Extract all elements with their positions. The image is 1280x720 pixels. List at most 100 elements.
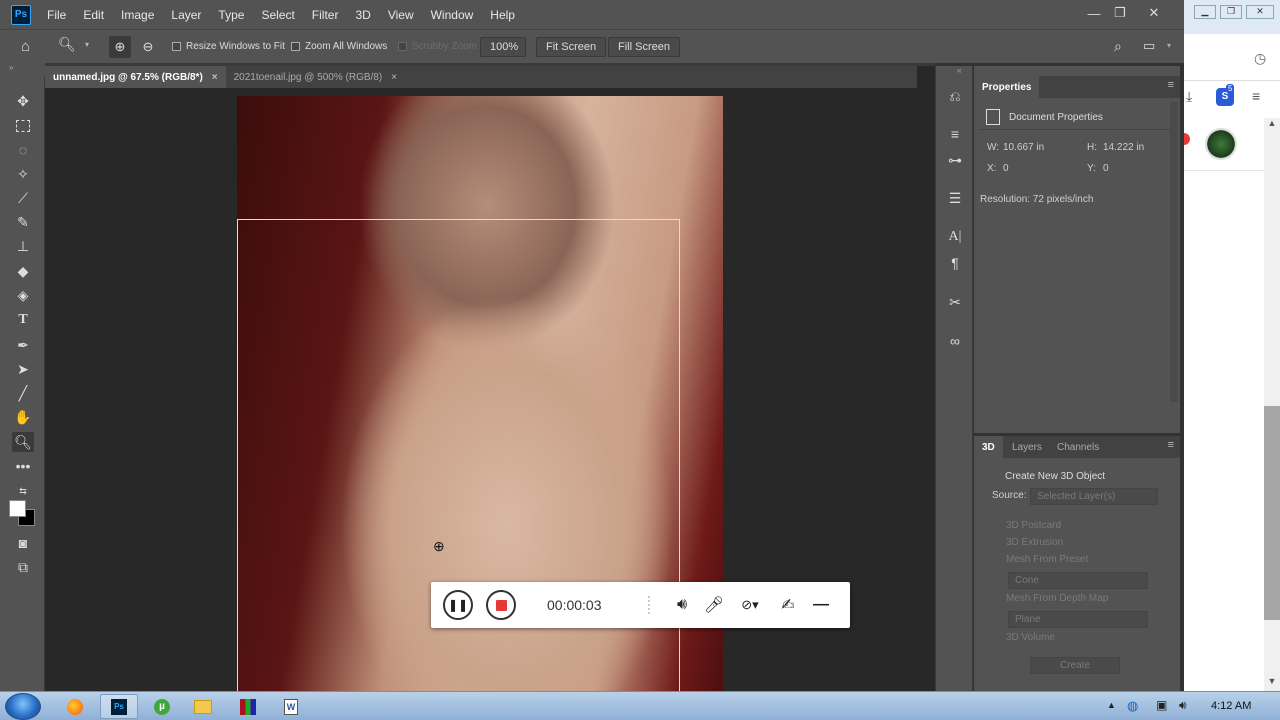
height-value[interactable]: 14.222 in: [1103, 142, 1144, 153]
quick-mask-icon[interactable]: ◙: [12, 533, 34, 553]
close-icon[interactable]: ✕: [1246, 5, 1274, 19]
option-mesh-from-preset[interactable]: Mesh From Preset: [1006, 554, 1088, 565]
zoom-tool-icon[interactable]: 🔍︎: [12, 432, 34, 452]
menu-filter[interactable]: Filter: [312, 8, 339, 22]
magic-wand-tool-icon[interactable]: ✧: [12, 164, 34, 184]
type-tool-icon[interactable]: T: [12, 310, 34, 330]
menu-window[interactable]: Window: [431, 8, 474, 22]
drag-handle[interactable]: [648, 596, 652, 614]
eraser-tool-icon[interactable]: ◆: [12, 261, 34, 281]
tab-properties[interactable]: Properties: [974, 76, 1040, 98]
brush-tool-icon[interactable]: ✎: [12, 212, 34, 232]
menu-image[interactable]: Image: [121, 8, 154, 22]
firefox-taskbar-icon[interactable]: [56, 694, 94, 719]
winrar-taskbar-icon[interactable]: [229, 694, 267, 719]
stamp-tool-icon[interactable]: ⊥: [12, 236, 34, 256]
avatar[interactable]: [1205, 128, 1237, 160]
tab-2021toenail[interactable]: 2021toenail.jpg @ 500% (RGB/8) ×: [226, 66, 405, 88]
photoshop-taskbar-icon[interactable]: Ps: [100, 694, 138, 719]
brush-settings-icon[interactable]: ≡: [943, 123, 967, 145]
tab-3d[interactable]: 3D: [974, 436, 1003, 458]
start-button[interactable]: [5, 693, 41, 720]
menu-3d[interactable]: 3D: [355, 8, 370, 22]
properties-scrollbar[interactable]: [1170, 102, 1178, 402]
speaker-icon[interactable]: 🔊︎: [667, 590, 697, 620]
restore-icon[interactable]: ❐: [1220, 5, 1242, 19]
clock-icon[interactable]: ◷: [1254, 50, 1266, 67]
panel-menu-icon[interactable]: ≡: [1168, 79, 1174, 91]
menu-help[interactable]: Help: [490, 8, 515, 22]
pause-icon[interactable]: ❚❚: [443, 590, 473, 620]
workspace-icon[interactable]: ▭: [1143, 38, 1155, 54]
menu-file[interactable]: File: [47, 8, 66, 22]
menu-edit[interactable]: Edit: [83, 8, 104, 22]
chevron-down-icon[interactable]: ▾: [85, 40, 89, 49]
minimize-icon[interactable]: —: [1080, 2, 1108, 24]
fill-screen-button[interactable]: Fill Screen: [608, 37, 680, 57]
menu-view[interactable]: View: [388, 8, 414, 22]
tab-layers[interactable]: Layers: [1004, 436, 1050, 458]
path-selection-tool-icon[interactable]: ➤: [12, 359, 34, 379]
screen-mode-icon[interactable]: ⧉: [12, 557, 34, 577]
maximize-icon[interactable]: ❐: [1106, 2, 1134, 24]
expand-icon[interactable]: «: [957, 66, 961, 75]
swap-colors-icon[interactable]: ⇆: [12, 481, 34, 501]
close-tab-icon[interactable]: ×: [391, 72, 397, 83]
fit-screen-button[interactable]: Fit Screen: [536, 37, 607, 57]
close-icon[interactable]: ✕: [1140, 2, 1168, 24]
character-icon[interactable]: A|: [943, 226, 967, 248]
marquee-tool-icon[interactable]: [12, 116, 34, 136]
webcam-off-icon[interactable]: ⊘▾: [735, 590, 765, 620]
show-hidden-icons-icon[interactable]: ▲: [1107, 700, 1116, 710]
menu-layer[interactable]: Layer: [171, 8, 201, 22]
minimize-icon[interactable]: ▁: [1194, 5, 1216, 19]
preset-select[interactable]: Cone: [1008, 572, 1148, 589]
zoom-out-icon[interactable]: ⊖: [137, 36, 159, 58]
scroll-down-icon[interactable]: ▼: [1264, 676, 1280, 686]
menu-icon[interactable]: ≡: [1252, 88, 1260, 104]
explorer-taskbar-icon[interactable]: [184, 694, 222, 719]
foreground-color-swatch[interactable]: [9, 500, 26, 517]
volume-icon[interactable]: 🔊︎: [1179, 698, 1187, 713]
minimize-recorder-icon[interactable]: —: [806, 590, 836, 620]
width-value[interactable]: 10.667 in: [1003, 142, 1044, 153]
microphone-icon[interactable]: 🎤︎: [699, 590, 729, 620]
home-icon[interactable]: ⌂: [21, 38, 30, 55]
scrubby-zoom-checkbox[interactable]: Scrubby Zoom: [398, 41, 477, 52]
close-tab-icon[interactable]: ×: [212, 72, 218, 83]
network-icon[interactable]: ▣: [1156, 698, 1167, 712]
scroll-up-icon[interactable]: ▲: [1264, 118, 1280, 128]
resize-windows-checkbox[interactable]: Resize Windows to Fit: [172, 41, 285, 52]
option-3d-extrusion[interactable]: 3D Extrusion: [1006, 537, 1063, 548]
source-select[interactable]: Selected Layer(s): [1030, 488, 1158, 505]
browser-scrollbar[interactable]: ▲ ▼: [1264, 118, 1280, 691]
stop-record-icon[interactable]: [486, 590, 516, 620]
pen-tool-icon[interactable]: ✒: [12, 335, 34, 355]
tools-icon[interactable]: ✂: [943, 291, 967, 313]
menu-select[interactable]: Select: [261, 8, 294, 22]
option-mesh-from-depth-map[interactable]: Mesh From Depth Map: [1006, 593, 1108, 604]
paint-bucket-tool-icon[interactable]: ◈: [12, 285, 34, 305]
menu-type[interactable]: Type: [218, 8, 244, 22]
collapse-icon[interactable]: »: [9, 63, 13, 72]
depth-map-select[interactable]: Plane: [1008, 611, 1148, 628]
tab-unnamed[interactable]: unnamed.jpg @ 67.5% (RGB/8*) ×: [45, 66, 226, 88]
move-tool-icon[interactable]: ✥: [12, 91, 34, 111]
zoom-all-checkbox[interactable]: Zoom All Windows: [291, 41, 387, 52]
y-value[interactable]: 0: [1103, 163, 1109, 174]
search-icon[interactable]: ⌕: [1114, 38, 1122, 55]
line-tool-icon[interactable]: ╱: [12, 383, 34, 403]
adjustments-icon[interactable]: ⊶: [943, 149, 967, 171]
utorrent-taskbar-icon[interactable]: µ: [143, 694, 181, 719]
option-3d-volume[interactable]: 3D Volume: [1006, 632, 1055, 643]
zoom-percent-field[interactable]: 100%: [480, 37, 526, 57]
zoom-tool-preset-icon[interactable]: 🔍︎: [58, 36, 82, 58]
download-icon[interactable]: ⤓: [1186, 88, 1192, 105]
x-value[interactable]: 0: [1003, 163, 1009, 174]
create-button[interactable]: Create: [1030, 657, 1120, 674]
scroll-thumb[interactable]: [1264, 406, 1280, 620]
creative-cloud-icon[interactable]: ∞: [943, 330, 967, 352]
zoom-in-icon[interactable]: ⊕: [109, 36, 131, 58]
eyedropper-tool-icon[interactable]: ⟋: [12, 188, 34, 208]
libraries-icon[interactable]: ☰: [943, 187, 967, 209]
